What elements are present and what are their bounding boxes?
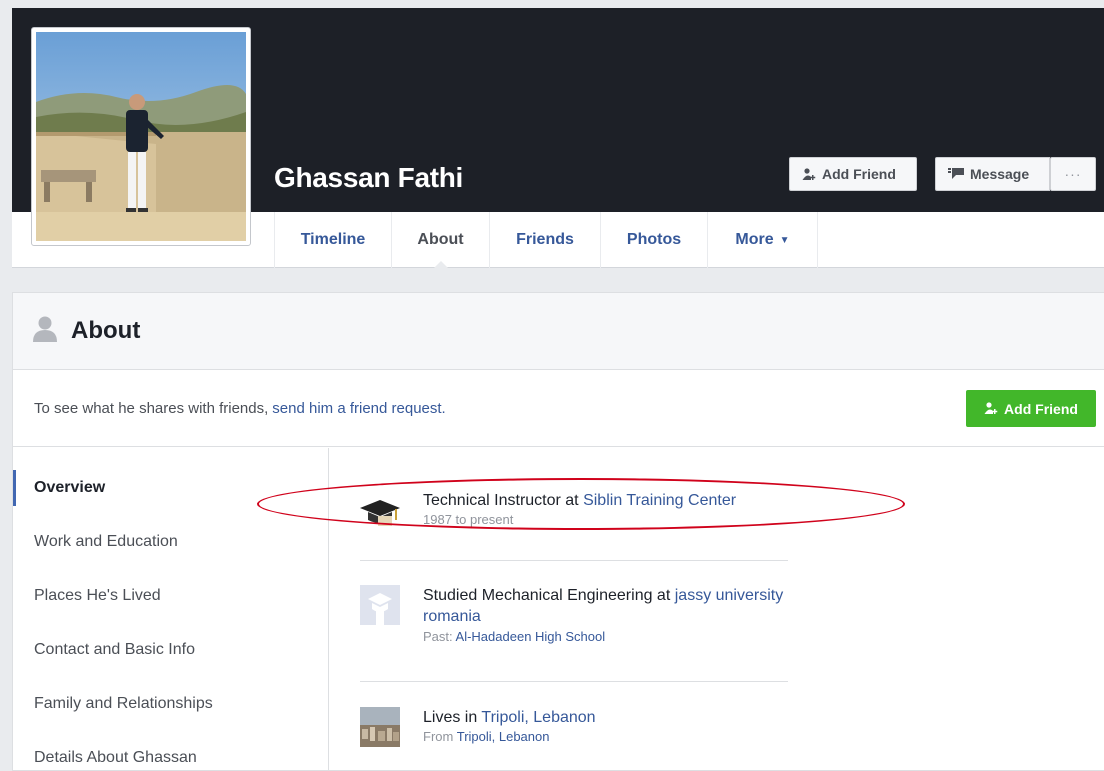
tab-more[interactable]: More ▼ <box>707 212 818 268</box>
education-entry-text: Studied Mechanical Engineering at <box>423 587 671 604</box>
work-entry-dates: 1987 to present <box>423 512 514 527</box>
education-past-prefix: Past: <box>423 629 453 644</box>
side-nav-overview[interactable]: Overview <box>13 470 329 506</box>
message-button[interactable]: Message <box>935 157 1050 191</box>
places-from: From Tripoli, Lebanon <box>423 729 549 744</box>
tab-about[interactable]: About <box>391 212 489 269</box>
current-city-link[interactable]: Tripoli, Lebanon <box>481 709 595 726</box>
city-thumbnail <box>360 707 400 747</box>
about-section: About To see what he shares with friends… <box>12 292 1104 771</box>
profile-photo-image <box>36 32 246 241</box>
places-entry-text: Lives in <box>423 709 478 726</box>
education-past: Past: Al-Hadadeen High School <box>423 629 605 644</box>
side-nav-places-lived[interactable]: Places He's Lived <box>13 569 329 623</box>
add-friend-green-label: Add Friend <box>1004 400 1078 417</box>
places-entry-title: Lives in Tripoli, Lebanon <box>423 707 803 728</box>
profile-name[interactable]: Ghassan Fathi <box>274 162 463 194</box>
education-entry: Studied Mechanical Engineering at jassy … <box>360 585 788 645</box>
message-label: Message <box>970 166 1030 182</box>
divider <box>360 681 788 682</box>
places-entry: Lives in Tripoli, Lebanon From Tripoli, … <box>360 707 788 749</box>
hometown-link[interactable]: Tripoli, Lebanon <box>457 729 550 744</box>
message-icon <box>948 168 964 180</box>
chevron-down-icon: ▼ <box>779 234 790 246</box>
side-nav-family-relationships[interactable]: Family and Relationships <box>13 677 329 731</box>
profile-tabs: Timeline About Friends Photos More ▼ <box>274 212 818 269</box>
school-placeholder-icon <box>360 585 400 625</box>
tab-timeline[interactable]: Timeline <box>274 212 391 268</box>
work-entry: Technical Instructor at Siblin Training … <box>360 490 788 530</box>
high-school-link[interactable]: Al-Hadadeen High School <box>456 629 606 644</box>
send-friend-request-link[interactable]: send him a friend request. <box>272 400 445 417</box>
person-icon <box>33 316 57 347</box>
tab-more-label: More <box>735 231 774 248</box>
divider <box>360 560 788 561</box>
friend-request-notice: To see what he shares with friends, send… <box>13 370 1104 447</box>
education-entry-title: Studied Mechanical Engineering at jassy … <box>423 585 803 627</box>
side-nav-work-education[interactable]: Work and Education <box>13 515 329 569</box>
side-nav-details-about[interactable]: Details About Ghassan <box>13 731 329 771</box>
graduation-cap-icon <box>360 490 400 530</box>
add-friend-green-button[interactable]: Add Friend <box>966 390 1096 427</box>
work-entry-text: Technical Instructor at <box>423 492 579 509</box>
more-options-button[interactable]: ··· <box>1050 157 1096 191</box>
add-friend-button[interactable]: Add Friend <box>789 157 917 191</box>
add-friend-label: Add Friend <box>822 166 896 182</box>
about-header: About <box>13 293 1104 370</box>
about-title: About <box>71 317 141 344</box>
tab-friends[interactable]: Friends <box>489 212 600 268</box>
add-friend-icon <box>802 167 816 181</box>
places-from-prefix: From <box>423 729 454 744</box>
add-friend-icon <box>984 402 998 415</box>
notice-text: To see what he shares with friends, <box>34 399 269 417</box>
profile-picture[interactable] <box>31 27 251 246</box>
tab-photos[interactable]: Photos <box>600 212 707 268</box>
about-side-nav: Overview Work and Education Places He's … <box>13 448 329 771</box>
side-nav-contact-info[interactable]: Contact and Basic Info <box>13 623 329 677</box>
work-entry-title: Technical Instructor at Siblin Training … <box>423 490 803 511</box>
work-employer-link[interactable]: Siblin Training Center <box>583 492 736 509</box>
